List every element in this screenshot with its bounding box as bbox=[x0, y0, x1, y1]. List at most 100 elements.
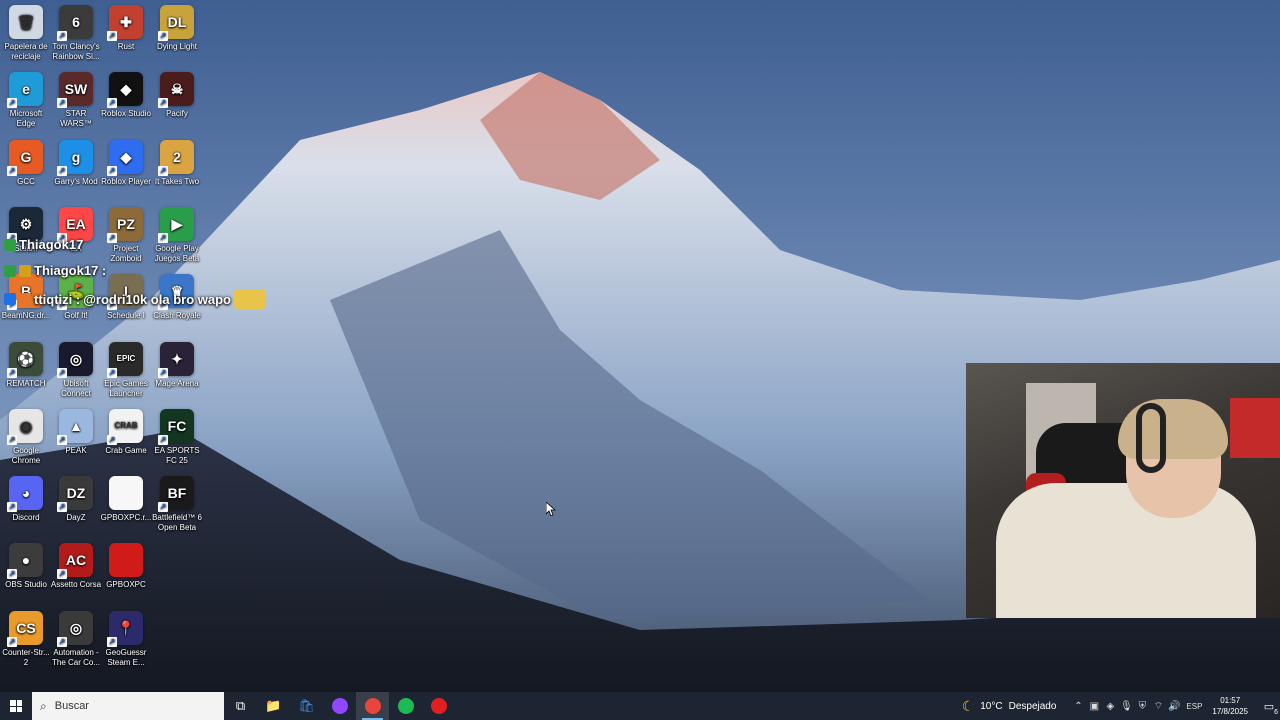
shortcut-arrow-icon: ↗ bbox=[7, 502, 17, 513]
desktop-shortcut-rematch[interactable]: ⚽ ↗ REMATCH bbox=[0, 341, 52, 389]
desktop-shortcut-battlefield[interactable]: BF ↗ Battlefield™ 6 Open Beta bbox=[151, 476, 203, 533]
spotify-button[interactable] bbox=[389, 692, 422, 720]
desktop-shortcut-roblox-studio[interactable]: ◆ ↗ Roblox Studio bbox=[100, 72, 152, 119]
desktop-shortcut-discord[interactable]: ◕ ↗ Discord bbox=[0, 476, 52, 523]
desktop-icon-label: Garry's Mod bbox=[54, 176, 98, 186]
twitch-chat-button[interactable] bbox=[323, 692, 356, 720]
desktop-icon-label: STAR WARS™ Battlefront... bbox=[60, 109, 92, 129]
shortcut-arrow-icon: ↗ bbox=[57, 636, 67, 647]
desktop-shortcut-obs[interactable]: ● ↗ OBS Studio bbox=[0, 543, 52, 590]
desktop-shortcut-it-takes-two[interactable]: 2 ↗ It Takes Two bbox=[151, 139, 203, 187]
desktop-shortcut-file[interactable]: GPBOXPC.r... bbox=[100, 476, 152, 523]
microsoft-store-button[interactable]: 🛍 bbox=[290, 692, 323, 720]
shortcut-arrow-icon: ↗ bbox=[7, 569, 17, 580]
roblox-studio-icon: ◆ ↗ bbox=[107, 72, 143, 109]
chat-badge-icon bbox=[4, 264, 16, 277]
desktop-shortcut-assetto-corsa[interactable]: AC ↗ Assetto Corsa bbox=[50, 543, 102, 590]
desktop-shortcut-garrys-mod[interactable]: g ↗ Garry's Mod bbox=[50, 139, 102, 187]
clock[interactable]: 01:57 17/8/2025 bbox=[1212, 695, 1248, 717]
desktop-icon-label: Google Chrome bbox=[11, 445, 41, 465]
chrome-button[interactable] bbox=[356, 692, 389, 720]
mage-arena-icon: ✦ ↗ bbox=[158, 341, 194, 378]
desktop-shortcut-rust[interactable]: ✚ ↗ Rust bbox=[100, 5, 152, 52]
desktop-shortcut-dayz[interactable]: DZ ↗ DayZ bbox=[50, 476, 102, 523]
desktop-shortcut-star-wars-battlefront[interactable]: SW↗STAR WARS™ Battlefront... bbox=[50, 72, 102, 129]
camera-icon[interactable]: ▣ bbox=[1086, 701, 1102, 712]
desktop-icon-label: GPBOXPC bbox=[106, 580, 146, 590]
taskbar: ⌕ Buscar ⧉ 📁 🛍 ☾ 10°C Despejado ⌃ ▣ ◈ 🎙 ⛨ … bbox=[0, 692, 1280, 720]
shortcut-arrow-icon: ↗ bbox=[158, 98, 168, 109]
desktop-icon-label: GPBOXPC.r... bbox=[100, 513, 152, 523]
desktop-icon-label: PEAK bbox=[65, 445, 87, 455]
weather-widget[interactable]: ☾ 10°C Despejado bbox=[962, 698, 1057, 715]
controller-icon[interactable]: ◈ bbox=[1102, 701, 1118, 712]
task-view-button[interactable]: ⧉ bbox=[224, 692, 257, 720]
shortcut-arrow-icon: ↗ bbox=[158, 502, 168, 513]
desktop-shortcut-counter-strike[interactable]: CS ↗ Counter-Str... 2 bbox=[0, 610, 52, 668]
twitch-chat-icon bbox=[331, 698, 348, 714]
star-wars-battlefront-icon: SW ↗ bbox=[57, 72, 93, 109]
security-icon[interactable]: ⛨ bbox=[1134, 701, 1150, 712]
rematch-icon: ⚽ ↗ bbox=[7, 341, 43, 378]
desktop-icon-label: Project Zomboid bbox=[110, 243, 142, 263]
webcam-background-curtain bbox=[1230, 398, 1280, 458]
search-icon: ⌕ bbox=[40, 698, 47, 713]
desktop-icon-label: GCC bbox=[17, 176, 35, 186]
desktop-shortcut-peak[interactable]: ▲ ↗ PEAK bbox=[50, 408, 102, 456]
microphone-icon[interactable]: 🎙 bbox=[1118, 701, 1134, 712]
chevron-up-icon[interactable]: ⌃ bbox=[1070, 701, 1086, 712]
desktop-shortcut-ubisoft-connect[interactable]: ◎ ↗ Ubisoft Connect bbox=[50, 341, 102, 399]
shortcut-arrow-icon: ↗ bbox=[107, 31, 117, 41]
desktop-shortcut-ea-sports-fc[interactable]: FC ↗ EA SPORTS FC 25 bbox=[151, 408, 203, 466]
desktop-icon-label: BeamNG.dr... bbox=[1, 311, 51, 321]
desktop-shortcut-gcc[interactable]: G ↗ GCC bbox=[0, 139, 52, 187]
desktop-icon-grid: 🗑 Papelera de reciclaje 6 ↗ Tom Clancy's Rai… bbox=[0, 0, 210, 690]
desktop-shortcut-dying-light[interactable]: DL ↗ Dying Light bbox=[151, 5, 203, 52]
ubisoft-connect-icon: ◎ ↗ bbox=[57, 341, 93, 378]
desktop-icon-label: Tom Clancy's Rainbow Si... bbox=[52, 42, 100, 61]
desktop-icon-label: Dying Light bbox=[156, 42, 198, 51]
desktop-shortcut-mage-arena[interactable]: ✦ ↗ Mage Arena bbox=[151, 341, 203, 389]
pacify-icon: ☠ ↗ bbox=[158, 72, 194, 109]
shortcut-arrow-icon: ↗ bbox=[57, 31, 67, 41]
desktop-shortcut-rainbow-six[interactable]: 6 ↗ Tom Clancy's Rainbow Si... bbox=[50, 5, 102, 62]
discord-icon: ◕ ↗ bbox=[7, 476, 43, 513]
desktop-shortcut-crab-game[interactable]: CRAB ↗ Crab Game bbox=[100, 408, 152, 456]
dying-light-icon: DL ↗ bbox=[158, 5, 194, 41]
garrys-mod-icon: g ↗ bbox=[57, 139, 93, 176]
desktop-shortcut-recycle-bin[interactable]: 🗑 Papelera de reciclaje bbox=[0, 5, 52, 62]
desktop-shortcut-edge[interactable]: e ↗ Microsoft Edge bbox=[0, 72, 52, 129]
desktop-shortcut-folder[interactable]: GPBOXPC bbox=[100, 543, 152, 590]
network-icon[interactable]: ⌔ bbox=[1150, 700, 1166, 713]
taskbar-search-box[interactable]: ⌕ Buscar bbox=[32, 692, 224, 720]
chat-username: ttiqtizi : bbox=[34, 291, 81, 307]
chrome-icon bbox=[364, 698, 381, 714]
mouse-cursor-icon bbox=[546, 502, 556, 516]
chat-username: Thiagok17 bbox=[19, 237, 84, 252]
start-button[interactable] bbox=[0, 692, 32, 720]
volume-icon[interactable]: 🔊 bbox=[1166, 701, 1182, 712]
shortcut-arrow-icon: ↗ bbox=[107, 165, 117, 176]
desktop-shortcut-automation[interactable]: ◎ ↗ Automation - The Car Co... bbox=[50, 610, 102, 668]
desktop-shortcut-pacify[interactable]: ☠ ↗ Pacify bbox=[151, 72, 203, 119]
file-icon bbox=[109, 476, 143, 511]
shortcut-arrow-icon: ↗ bbox=[158, 165, 168, 176]
file-explorer-button[interactable]: 📁 bbox=[257, 692, 290, 720]
game-launcher-button[interactable] bbox=[422, 692, 455, 720]
desktop-shortcut-geoguessr[interactable]: 📍 ↗ GeoGuessr Steam E... bbox=[100, 610, 152, 668]
shortcut-arrow-icon: ↗ bbox=[57, 569, 67, 580]
desktop-shortcut-roblox-player[interactable]: ◆ ↗ Roblox Player bbox=[100, 139, 152, 187]
clock-time: 01:57 bbox=[1220, 696, 1241, 705]
weather-temp: 10°C bbox=[980, 700, 1003, 712]
notification-center-button[interactable]: ▭ 6 bbox=[1258, 692, 1280, 720]
language-indicator[interactable]: ESP bbox=[1182, 702, 1206, 711]
desktop-shortcut-google-play-games[interactable]: ▶ ↗ Google Play Juegos Beta bbox=[151, 206, 203, 264]
desktop-shortcut-epic-games[interactable]: EPIC ↗ Epic Games Launcher bbox=[100, 341, 152, 399]
desktop-icon-label: Rust bbox=[117, 42, 135, 51]
desktop-icon-label: REMATCH bbox=[6, 378, 46, 388]
desktop-icon-label: EA SPORTS FC 25 bbox=[154, 445, 200, 465]
project-zomboid-icon: PZ ↗ bbox=[107, 206, 143, 243]
desktop-shortcut-chrome[interactable]: ◉ ↗ Google Chrome bbox=[0, 408, 52, 466]
crab-game-icon: CRAB ↗ bbox=[107, 408, 143, 445]
desktop-shortcut-project-zomboid[interactable]: PZ ↗ Project Zomboid bbox=[100, 206, 152, 264]
